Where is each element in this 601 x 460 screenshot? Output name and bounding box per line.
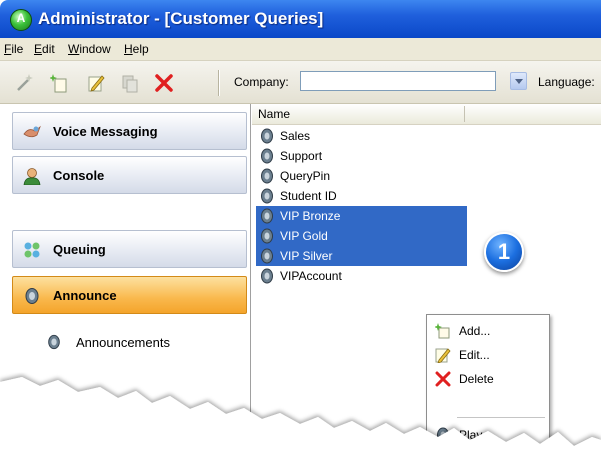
nav-announce[interactable]: Announce <box>12 276 247 314</box>
announcement-speaker-icon <box>261 188 273 204</box>
context-menu-delete[interactable]: Delete <box>427 367 549 391</box>
context-menu-add[interactable]: Add... <box>427 319 549 343</box>
announcement-speaker-icon <box>261 248 273 264</box>
voice-messaging-icon <box>23 125 41 138</box>
list-header: Name <box>252 104 601 125</box>
list-item[interactable]: VIP Gold <box>256 226 467 246</box>
copy-icon[interactable] <box>120 73 140 93</box>
announcement-speaker-icon <box>48 334 60 350</box>
play-speaker-icon <box>437 427 449 443</box>
console-user-icon <box>23 168 41 185</box>
list-item-label: VIP Silver <box>280 249 333 263</box>
application-window: Administrator - [Customer Queries] File … <box>0 0 601 460</box>
list-item-label: VIP Bronze <box>280 209 341 223</box>
announcement-speaker-icon <box>261 168 273 184</box>
magic-wand-icon[interactable] <box>14 73 34 93</box>
delete-x-icon <box>435 371 451 387</box>
list-item-label: VIPAccount <box>280 269 342 283</box>
navigation-pane: Voice Messaging Console Queuing Announce <box>0 104 251 460</box>
announce-icon <box>25 288 39 304</box>
toolbar-separator <box>218 70 220 96</box>
menu-bar: File Edit Window Help <box>0 38 601 61</box>
list-item-label: Student ID <box>280 189 337 203</box>
menu-help[interactable]: Help <box>124 42 149 56</box>
add-icon <box>435 323 450 339</box>
context-menu-play[interactable]: Play <box>427 423 549 447</box>
menu-window[interactable]: Window <box>68 42 111 56</box>
edit-pencil-icon[interactable] <box>86 73 106 93</box>
nav-voice-messaging[interactable]: Voice Messaging <box>12 112 247 150</box>
window-title: Administrator - [Customer Queries] <box>38 9 324 28</box>
announcement-speaker-icon <box>261 228 273 244</box>
announcement-speaker-icon <box>261 268 273 284</box>
menu-edit[interactable]: Edit <box>34 42 55 56</box>
announcement-speaker-icon <box>261 148 273 164</box>
delete-x-icon[interactable] <box>154 73 174 93</box>
context-menu: Add... Edit... Delete Play <box>426 314 550 454</box>
list-item-label: VIP Gold <box>280 229 328 243</box>
toolbar: Company: Language: <box>0 61 601 104</box>
new-item-icon[interactable] <box>50 73 70 93</box>
list-item-label: QueryPin <box>280 169 331 183</box>
company-combobox[interactable] <box>300 71 496 91</box>
company-label: Company: <box>234 75 289 89</box>
app-logo-icon <box>10 9 32 31</box>
title-bar[interactable]: Administrator - [Customer Queries] <box>0 0 601 38</box>
edit-pencil-icon <box>435 348 451 363</box>
announcement-speaker-icon <box>261 128 273 144</box>
nav-queuing[interactable]: Queuing <box>12 230 247 268</box>
context-menu-separator <box>457 417 545 418</box>
context-menu-edit[interactable]: Edit... <box>427 343 549 367</box>
language-label: Language: <box>538 75 595 89</box>
list-item[interactable]: VIP Silver <box>256 246 467 266</box>
list-item-label: Sales <box>280 129 311 143</box>
step-number-badge: 1 <box>484 232 524 272</box>
list-item-label: Support <box>280 149 323 163</box>
chevron-down-icon[interactable] <box>510 72 527 90</box>
column-divider[interactable] <box>464 106 465 122</box>
announcement-speaker-icon <box>261 208 273 224</box>
nav-console[interactable]: Console <box>12 156 247 194</box>
list-item[interactable]: VIP Bronze <box>256 206 467 226</box>
menu-file[interactable]: File <box>4 42 23 56</box>
queuing-icon <box>24 242 40 258</box>
column-header-name[interactable]: Name <box>258 107 290 121</box>
